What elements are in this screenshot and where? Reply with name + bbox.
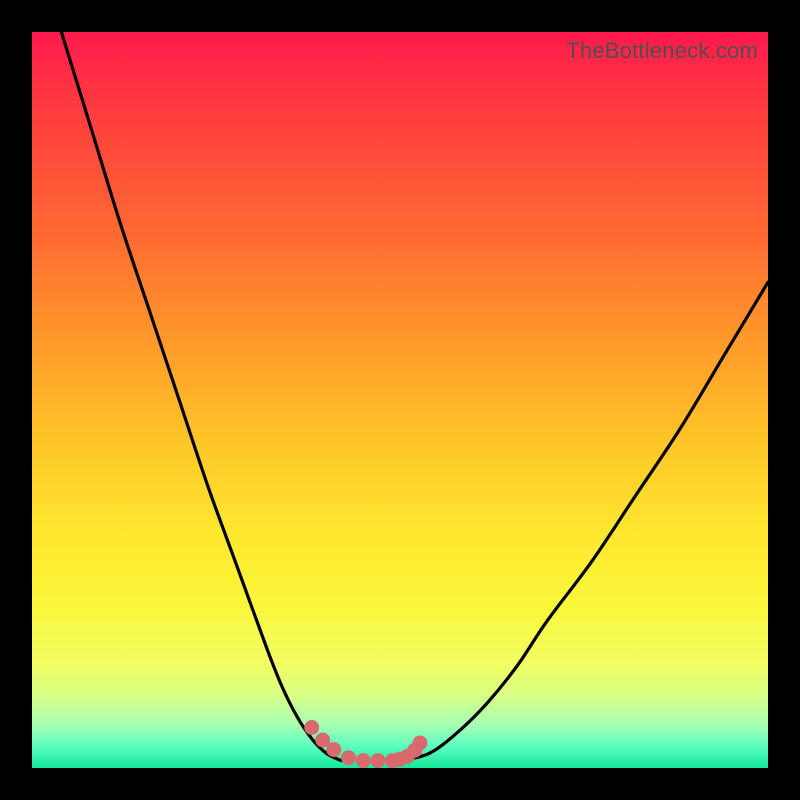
chart-plot-area: TheBottleneck.com	[32, 32, 768, 768]
chart-frame: TheBottleneck.com	[0, 0, 800, 800]
watermark-text: TheBottleneck.com	[566, 38, 758, 64]
chart-svg	[32, 32, 768, 768]
valley-marker-dot	[412, 736, 427, 751]
valley-marker-dot	[341, 750, 356, 765]
left-curve	[61, 32, 341, 761]
right-curve	[400, 282, 768, 760]
valley-marker-dot	[304, 720, 319, 735]
valley-marker-dot	[407, 743, 422, 758]
valley-marker-dot	[400, 749, 415, 764]
valley-marker-dot	[356, 753, 371, 768]
valley-marker-dot	[393, 752, 408, 767]
valley-marker-dot	[370, 753, 385, 768]
valley-marker-dot	[385, 753, 400, 768]
valley-marker-dot	[315, 733, 330, 748]
valley-marker-dot	[326, 742, 341, 757]
valley-markers	[304, 720, 427, 768]
